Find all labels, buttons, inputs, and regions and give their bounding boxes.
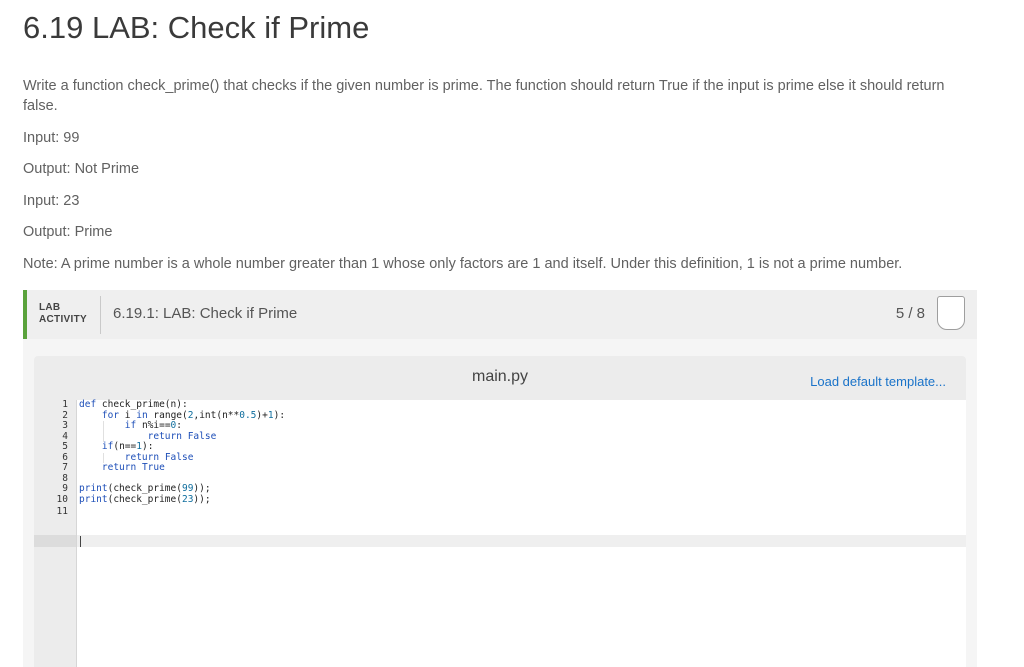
code-editor[interactable]: 1 def check_prime(n): 2 for i in range(2,i…: [34, 399, 966, 667]
code-token: def: [79, 399, 97, 410]
code-token: )+: [256, 409, 268, 421]
code-token: print: [79, 493, 108, 505]
code-token: if: [101, 441, 114, 452]
example-input-2: Input: 23: [23, 193, 80, 209]
active-line-gutter-highlight: [34, 535, 76, 547]
code-token: print: [79, 483, 108, 494]
code-token: ):: [273, 409, 286, 421]
active-line-highlight: [77, 535, 966, 547]
code-line: 4 return False: [34, 430, 966, 443]
text-cursor: [80, 536, 81, 547]
load-default-template-link[interactable]: Load default template...: [810, 374, 946, 389]
code-token: if: [124, 420, 137, 431]
prime-note: Note: A prime number is a whole number g…: [23, 256, 903, 272]
code-token: False: [187, 430, 217, 442]
page-title: 6.19 LAB: Check if Prime: [23, 10, 370, 45]
code-token: check_prime(n):: [96, 399, 188, 410]
line-number: 11: [56, 506, 68, 517]
example-output-2: Output: Prime: [23, 224, 113, 240]
code-token: return: [101, 462, 137, 473]
code-token: in: [136, 409, 148, 421]
lab-tag-line-2: ACTIVITY: [39, 314, 87, 325]
code-token: n%i==: [136, 420, 171, 431]
code-token: return: [147, 430, 182, 442]
code-editor-panel: main.py Load default template... 1 def ch…: [34, 356, 966, 667]
example-input-1: Input: 99: [23, 130, 80, 146]
code-token: range(: [147, 409, 188, 421]
line-number: 5: [62, 441, 68, 452]
code-line: 11: [34, 506, 966, 518]
code-token: ,int(n**: [193, 409, 240, 421]
code-token: ));: [193, 483, 211, 494]
line-number: 7: [62, 462, 68, 473]
lab-activity-header: LAB ACTIVITY 6.19.1: LAB: Check if Prime…: [23, 290, 977, 339]
line-number: 10: [56, 493, 68, 505]
example-output-1: Output: Not Prime: [23, 161, 140, 177]
code-token: (n==: [113, 441, 137, 452]
code-token: return: [124, 451, 160, 463]
code-text: print(check_prime(23));: [79, 493, 211, 506]
code-token: for: [101, 409, 120, 421]
code-token: (check_prime(: [107, 483, 182, 494]
code-token: i: [119, 409, 137, 421]
code-token: 99: [181, 483, 194, 494]
line-number: 9: [62, 483, 68, 494]
code-token: 23: [181, 493, 194, 505]
code-line: 10 print(check_prime(23));: [34, 493, 966, 506]
line-number: 1: [62, 399, 68, 410]
code-token: False: [164, 451, 194, 463]
completion-shield-icon: [937, 296, 965, 330]
problem-description: Write a function check_prime() that chec…: [23, 78, 945, 114]
lab-activity-tag: LAB ACTIVITY: [39, 302, 87, 326]
code-line: 7 return True: [34, 462, 966, 474]
code-text: return True: [79, 462, 165, 474]
lab-workspace: main.py Load default template... 1 def ch…: [23, 339, 977, 667]
code-token: ):: [141, 441, 154, 452]
code-token: (check_prime(: [107, 493, 182, 505]
code-token: ));: [193, 493, 211, 505]
code-line: 6 return False: [34, 451, 966, 464]
code-token: 0.5: [239, 409, 257, 421]
code-token: :: [176, 420, 183, 431]
lab-score: 5 / 8: [895, 305, 925, 322]
lab-title: 6.19.1: LAB: Check if Prime: [113, 305, 298, 322]
lab-header-divider: [100, 296, 101, 334]
line-number: 3: [62, 420, 68, 431]
lab-tag-line-1: LAB: [39, 302, 61, 313]
code-token: True: [141, 462, 165, 473]
